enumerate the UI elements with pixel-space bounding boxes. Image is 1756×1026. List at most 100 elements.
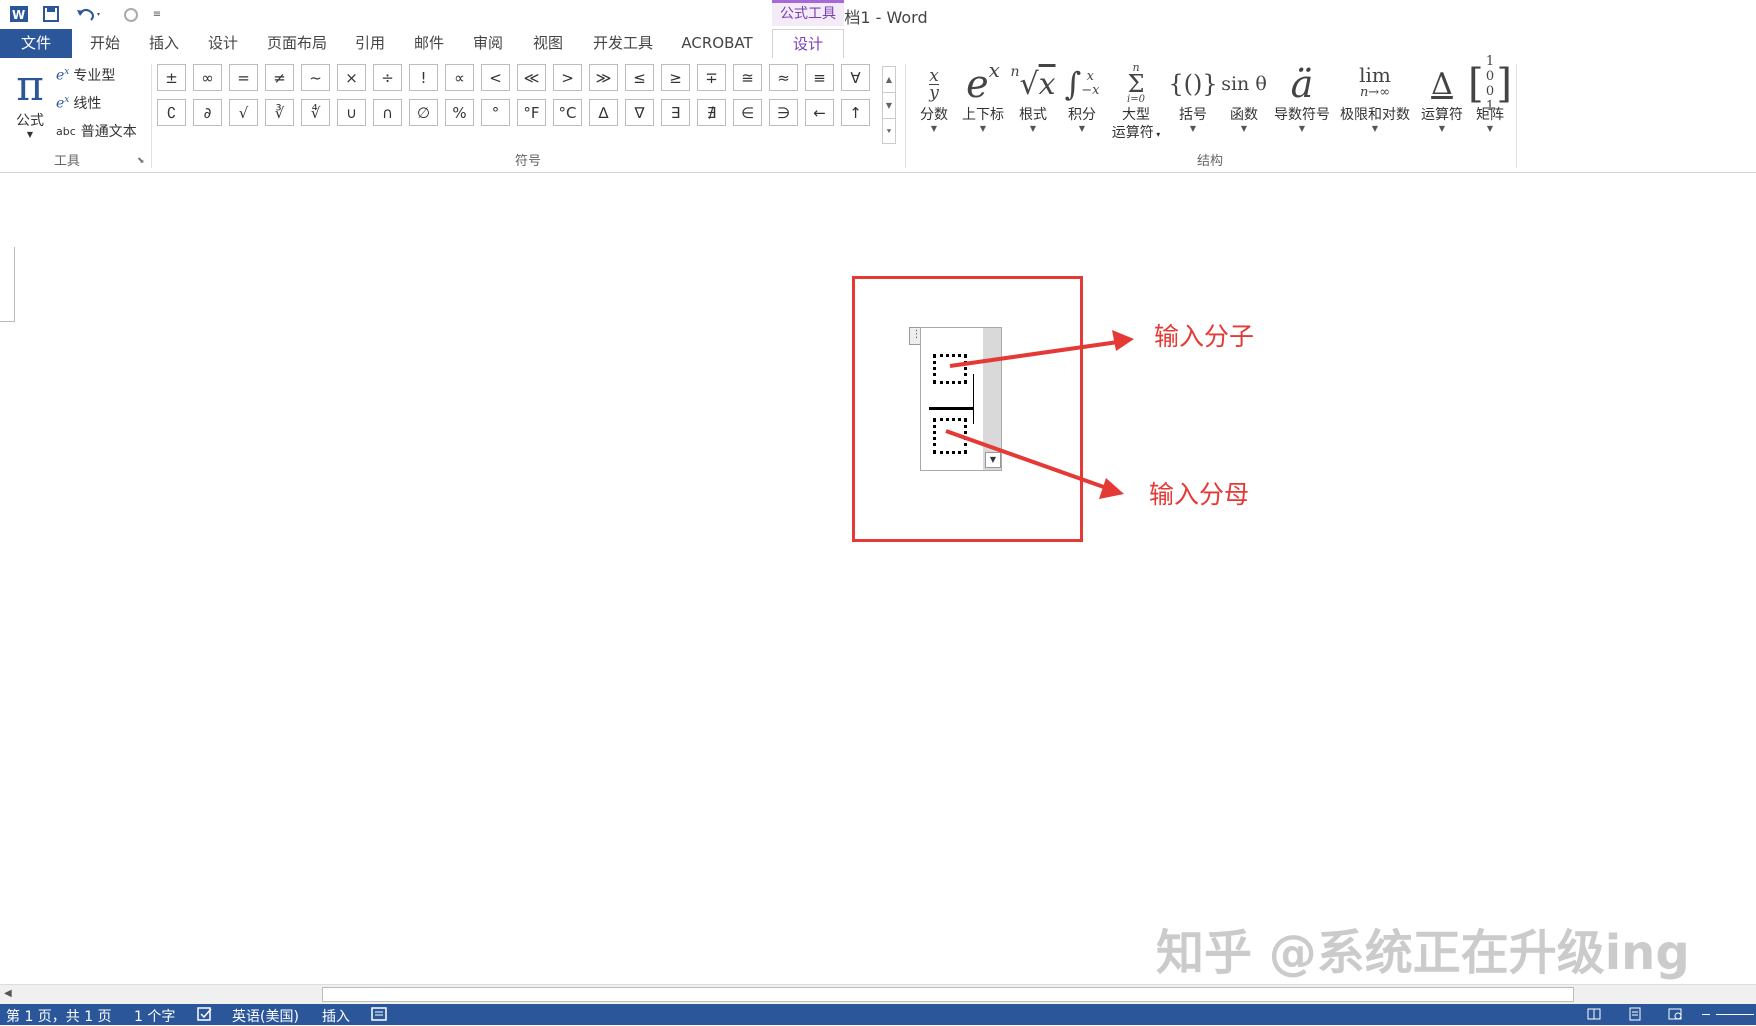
symbol-button[interactable]: > <box>553 64 582 91</box>
symbol-button[interactable]: ∅ <box>409 99 438 126</box>
limit-icon: lim n→∞ <box>1359 63 1391 100</box>
print-layout-icon[interactable] <box>1627 1006 1643 1026</box>
symbol-button[interactable]: ! <box>409 64 438 91</box>
limit-log-button[interactable]: lim n→∞ 极限和对数 ▼ <box>1336 62 1414 134</box>
symbol-button[interactable]: °C <box>553 99 582 126</box>
sum-icon: n Σi=0 <box>1127 61 1145 105</box>
matrix-icon: [1 00 1] <box>1468 54 1512 114</box>
tab-mailings[interactable]: 邮件 <box>404 29 454 58</box>
large-operator-button[interactable]: n Σi=0 大型 运算符 ▾ <box>1106 61 1166 144</box>
limit-log-label: 极限和对数 <box>1340 107 1410 123</box>
tab-review[interactable]: 审阅 <box>463 29 513 58</box>
scroll-left-icon[interactable]: ◀ <box>4 988 12 999</box>
symbol-button[interactable]: ∆ <box>589 99 618 126</box>
equation-button[interactable]: π 公式 ▼ <box>8 62 52 148</box>
normal-text-button[interactable]: abc 普通文本 <box>56 120 137 142</box>
symbol-button[interactable]: ° <box>481 99 510 126</box>
tab-view[interactable]: 视图 <box>521 29 575 58</box>
symbol-button[interactable]: ∇ <box>625 99 654 126</box>
symbol-button[interactable]: ∩ <box>373 99 402 126</box>
symbol-button[interactable]: ∞ <box>193 64 222 91</box>
scroll-down-icon[interactable]: ▼ <box>883 92 895 118</box>
symbol-button[interactable]: ≫ <box>589 64 618 91</box>
symbol-button[interactable]: ∜ <box>301 99 330 126</box>
symbol-button[interactable]: ÷ <box>373 64 402 91</box>
group-divider <box>1516 64 1517 168</box>
symbol-button[interactable]: = <box>229 64 258 91</box>
radical-button[interactable]: n √ x 根式 ▼ <box>1010 62 1056 134</box>
symbol-button[interactable]: × <box>337 64 366 91</box>
symbol-button[interactable]: ∀ <box>841 64 870 91</box>
professional-button[interactable]: ex 专业型 <box>56 64 115 86</box>
symbol-button[interactable]: ← <box>805 99 834 126</box>
symbol-button[interactable]: ± <box>157 64 186 91</box>
symbol-button[interactable]: < <box>481 64 510 91</box>
symbol-button[interactable]: °F <box>517 99 546 126</box>
tab-developer[interactable]: 开发工具 <box>584 29 662 58</box>
horizontal-scrollbar[interactable]: ◀ <box>0 984 1756 1005</box>
symbol-button[interactable]: ≪ <box>517 64 546 91</box>
tab-references[interactable]: 引用 <box>345 29 395 58</box>
document-canvas[interactable]: ⋮ ▼ 输入分子 输入分母 知乎 @系统正在升级ing <box>0 173 1756 984</box>
tab-equation-design[interactable]: 设计 <box>772 29 844 59</box>
symbol-gallery-scrollbar[interactable]: ▲ ▼ ⯆ <box>882 66 896 144</box>
tab-page-layout[interactable]: 页面布局 <box>258 29 336 58</box>
symbol-button[interactable]: ∪ <box>337 99 366 126</box>
chevron-down-icon: ▼ <box>1298 124 1306 133</box>
equation-tools-context-label: 公式工具 <box>772 0 844 26</box>
symbol-button[interactable]: ∈ <box>733 99 762 126</box>
symbol-button[interactable]: ≤ <box>625 64 654 91</box>
tab-acrobat[interactable]: ACROBAT <box>670 29 764 58</box>
symbol-button[interactable]: ≡ <box>805 64 834 91</box>
symbol-button[interactable]: ∂ <box>193 99 222 126</box>
script-label: 上下标 <box>962 107 1004 123</box>
operator-button[interactable]: Δ 运算符 ▼ <box>1416 62 1468 134</box>
zoom-out-icon[interactable] <box>1702 1014 1710 1015</box>
accent-button[interactable]: ä 导数符号 ▼ <box>1270 62 1334 134</box>
symbol-button[interactable]: ∛ <box>265 99 294 126</box>
symbol-button[interactable]: ∝ <box>445 64 474 91</box>
tab-design[interactable]: 设计 <box>198 29 248 58</box>
symbol-button[interactable]: ↑ <box>841 99 870 126</box>
operator-label: 运算符 <box>1421 107 1463 123</box>
fraction-button[interactable]: xy 分数 ▼ <box>912 62 956 134</box>
symbol-button[interactable]: ≅ <box>733 64 762 91</box>
macro-icon[interactable] <box>370 1006 388 1026</box>
symbol-gallery: ± ∞ = ≠ ~ × ÷! ∝ < ≪ > ≫ ≤ ≥ ∓ ≅ ≈ ≡ ∀ ∁ ∂ √ ∛ ∜ ∪ ∩ ∅% ° °F °C ∆ ∇ ∃ ∄ ∈… <box>157 62 899 140</box>
chevron-down-icon: ▼ <box>1486 124 1494 133</box>
symbol-button[interactable]: ∃ <box>661 99 690 126</box>
integral-label: 积分 <box>1068 107 1096 123</box>
chevron-down-icon: ▼ <box>1078 124 1086 133</box>
tab-insert[interactable]: 插入 <box>139 29 189 58</box>
tab-home[interactable]: 开始 <box>80 29 130 58</box>
symbol-button[interactable]: % <box>445 99 474 126</box>
dialog-launcher-icon[interactable]: ⬊ <box>137 156 145 166</box>
linear-button[interactable]: ex 线性 <box>56 92 101 114</box>
symbol-button[interactable]: √ <box>229 99 258 126</box>
function-button[interactable]: sin θ 函数 ▼ <box>1218 62 1270 134</box>
bracket-button[interactable]: {()} 括号 ▼ <box>1168 62 1217 134</box>
symbol-button[interactable]: ∓ <box>697 64 726 91</box>
zoom-slider[interactable] <box>1716 1014 1754 1015</box>
page-count[interactable]: 第 1 页，共 1 页 <box>6 1006 112 1026</box>
symbol-button[interactable]: ≈ <box>769 64 798 91</box>
symbol-button[interactable]: ≠ <box>265 64 294 91</box>
symbol-button[interactable]: ~ <box>301 64 330 91</box>
script-button[interactable]: ex 上下标 ▼ <box>958 58 1008 134</box>
insert-mode[interactable]: 插入 <box>322 1006 350 1026</box>
scroll-thumb[interactable] <box>322 987 1574 1002</box>
word-count[interactable]: 1 个字 <box>134 1006 175 1026</box>
symbol-button[interactable]: ∄ <box>697 99 726 126</box>
symbol-button[interactable]: ∋ <box>769 99 798 126</box>
symbol-button[interactable]: ≥ <box>661 64 690 91</box>
symbol-button[interactable]: ∁ <box>157 99 186 126</box>
more-icon[interactable]: ⯆ <box>883 118 895 144</box>
proofing-icon[interactable] <box>196 1006 214 1026</box>
scroll-up-icon[interactable]: ▲ <box>883 67 895 92</box>
web-layout-icon[interactable] <box>1667 1006 1683 1026</box>
read-mode-icon[interactable] <box>1586 1006 1602 1026</box>
integral-button[interactable]: ∫ x −x 积分 ▼ <box>1060 62 1104 134</box>
tab-file[interactable]: 文件 <box>0 29 72 58</box>
matrix-button[interactable]: [1 00 1] 矩阵 ▼ <box>1468 54 1512 134</box>
language-indicator[interactable]: 英语(美国) <box>232 1006 299 1026</box>
